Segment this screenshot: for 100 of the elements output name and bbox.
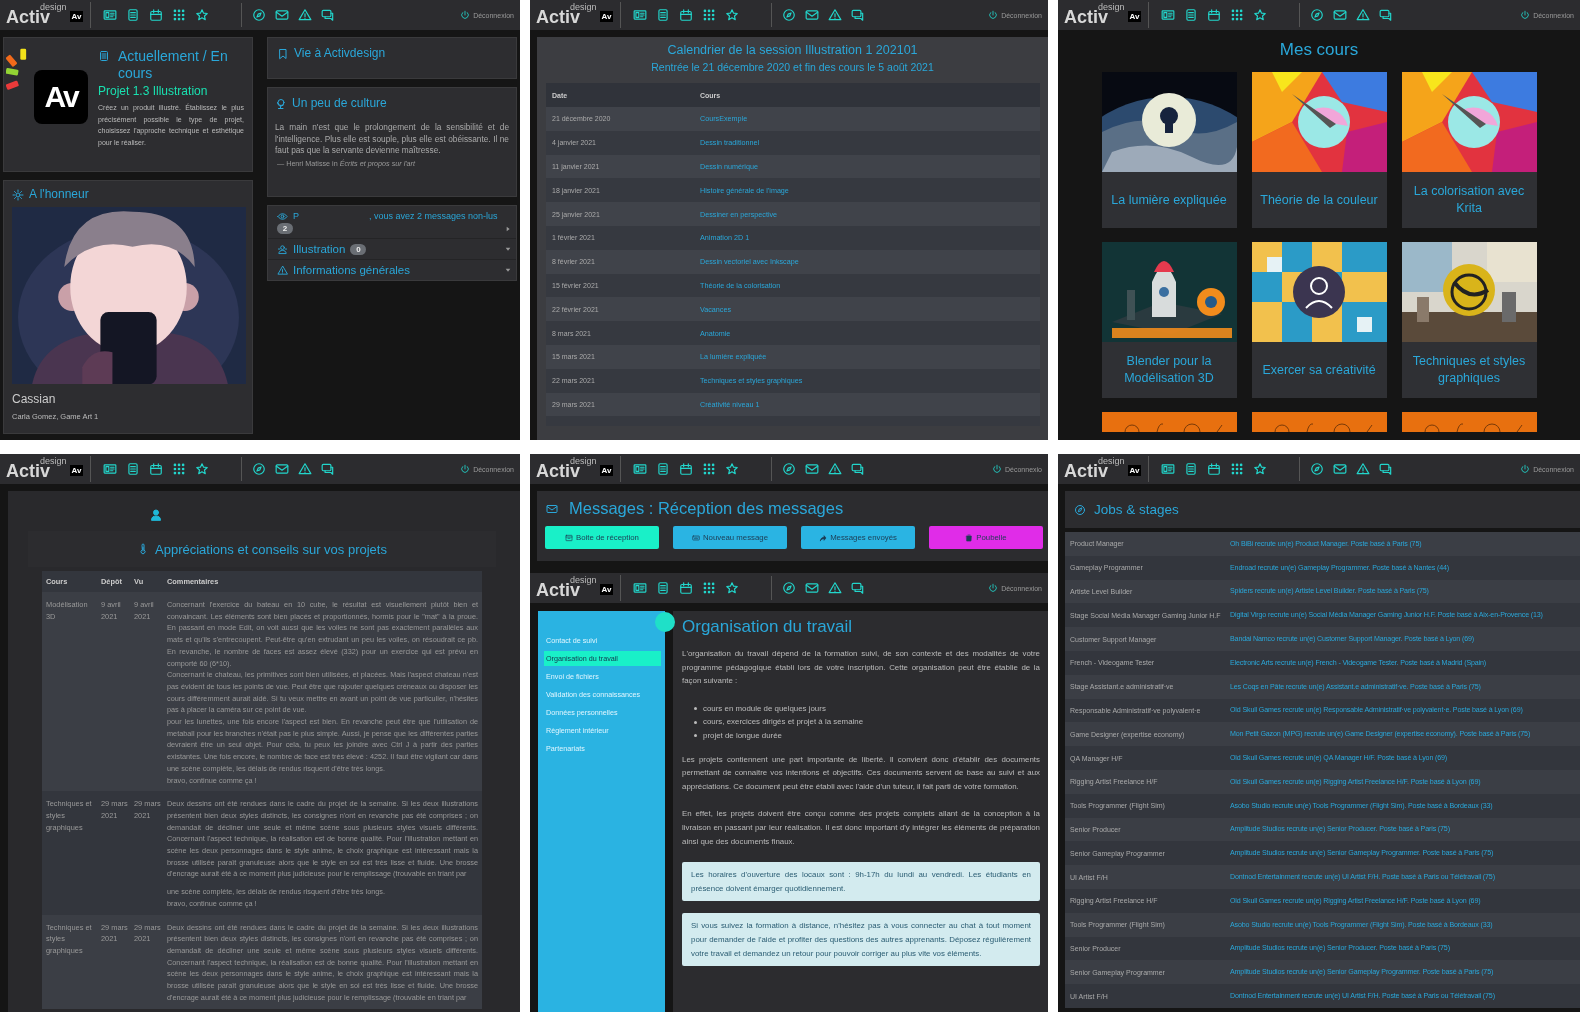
course-card[interactable]: La colorisation avec Krita [1401, 72, 1537, 228]
group-title[interactable]: Informations générales [293, 264, 410, 276]
compass-icon[interactable] [1310, 8, 1324, 22]
course-title[interactable]: Blender pour la Modélisation 3D [1101, 342, 1237, 398]
course-card[interactable]: Blender pour la Modélisation 3D [1101, 242, 1237, 398]
compass-icon[interactable] [252, 8, 266, 22]
calendar-icon[interactable] [1207, 462, 1221, 476]
power-icon [988, 10, 999, 20]
document-icon[interactable] [126, 8, 140, 22]
caret-down-icon[interactable] [504, 266, 512, 274]
mail-icon[interactable] [1333, 462, 1347, 476]
compass-icon[interactable] [252, 462, 266, 476]
course-title[interactable]: Techniques et styles graphiques [1401, 342, 1537, 398]
dashboard-icon[interactable] [1161, 8, 1175, 22]
star-icon[interactable] [195, 462, 209, 476]
unread-messages-text[interactable]: , vous avez 2 messages non-lus [369, 211, 498, 221]
course-title[interactable]: Théorie de la couleur [1251, 172, 1387, 228]
share-icon [819, 533, 828, 542]
compass-icon[interactable] [1310, 462, 1324, 476]
document-icon[interactable] [126, 462, 140, 476]
warning-icon[interactable] [298, 8, 312, 22]
chat-icon[interactable] [851, 462, 865, 476]
dashboard-icon[interactable] [103, 8, 117, 22]
brand-tagline: design [40, 2, 67, 12]
chat-icon[interactable] [1379, 8, 1393, 22]
calendar-icon[interactable] [679, 8, 693, 22]
star-icon[interactable] [195, 8, 209, 22]
grid-icon[interactable] [1230, 8, 1244, 22]
course-title[interactable]: La lumière expliquée [1101, 172, 1237, 228]
course-title[interactable]: Exercer sa créativité [1251, 342, 1387, 398]
power-icon [992, 464, 1003, 474]
caret-down-icon[interactable] [504, 245, 512, 253]
mail-icon[interactable] [1333, 8, 1347, 22]
document-icon[interactable] [656, 8, 670, 22]
chat-icon[interactable] [851, 8, 865, 22]
dashboard-icon[interactable] [633, 581, 647, 595]
warning-icon[interactable] [828, 581, 842, 595]
grid-icon[interactable] [172, 462, 186, 476]
section-title: A l'honneur [29, 187, 89, 201]
calendar-icon[interactable] [149, 8, 163, 22]
caret-right-icon[interactable] [504, 224, 512, 233]
page-title: Jobs & stages [1094, 502, 1179, 517]
compass-icon[interactable] [782, 8, 796, 22]
star-icon[interactable] [725, 581, 739, 595]
chat-icon[interactable] [1379, 462, 1393, 476]
grid-icon[interactable] [172, 8, 186, 22]
warning-icon[interactable] [1356, 462, 1370, 476]
chat-icon[interactable] [851, 581, 865, 595]
dashboard-icon[interactable] [633, 8, 647, 22]
grid-icon[interactable] [1230, 462, 1244, 476]
star-icon[interactable] [1253, 8, 1267, 22]
document-icon[interactable] [656, 581, 670, 595]
dashboard-icon[interactable] [633, 462, 647, 476]
group-title[interactable]: Illustration [293, 243, 346, 255]
app-badge: Av [599, 11, 614, 22]
chat-icon[interactable] [321, 462, 335, 476]
sun-icon [12, 189, 24, 201]
course-card[interactable]: Techniques et styles graphiques [1401, 242, 1537, 398]
calendar-icon[interactable] [679, 462, 693, 476]
section-title[interactable]: Vie à Activdesign [294, 46, 386, 60]
dashboard-icon[interactable] [1161, 462, 1175, 476]
grid-icon[interactable] [702, 462, 716, 476]
count-badge: 0 [350, 243, 367, 255]
compass-icon[interactable] [782, 462, 796, 476]
bullet-icon [694, 720, 697, 724]
mail-icon[interactable] [805, 462, 819, 476]
course-title[interactable]: La colorisation avec Krita [1401, 172, 1537, 228]
course-card[interactable]: Exercer sa créativité [1251, 242, 1387, 398]
course-card[interactable]: La lumière expliquée [1101, 72, 1237, 228]
mail-icon[interactable] [805, 581, 819, 595]
compass-icon [1074, 503, 1086, 516]
star-icon[interactable] [1253, 462, 1267, 476]
project-title[interactable]: Projet 1.3 Illustration [98, 84, 244, 98]
document-icon[interactable] [656, 462, 670, 476]
star-icon[interactable] [725, 8, 739, 22]
grid-icon[interactable] [702, 581, 716, 595]
brand-tagline: design [570, 456, 597, 466]
document-icon[interactable] [1184, 8, 1198, 22]
calendar-icon[interactable] [679, 581, 693, 595]
mail-icon[interactable] [275, 8, 289, 22]
app-badge: Av [69, 465, 84, 476]
warning-icon[interactable] [1356, 8, 1370, 22]
calendar-icon[interactable] [1207, 8, 1221, 22]
star-icon[interactable] [725, 462, 739, 476]
warning-icon[interactable] [298, 462, 312, 476]
dashboard-icon[interactable] [103, 462, 117, 476]
chat-icon[interactable] [321, 8, 335, 22]
course-card[interactable]: Théorie de la couleur [1251, 72, 1387, 228]
mail-icon[interactable] [275, 462, 289, 476]
app-badge: Av [599, 584, 614, 595]
compass-icon[interactable] [782, 581, 796, 595]
mail-icon[interactable] [805, 8, 819, 22]
warning-icon[interactable] [828, 8, 842, 22]
sidebar-toggle[interactable] [655, 612, 675, 632]
brand-tagline: design [570, 575, 597, 585]
calendar-icon[interactable] [149, 462, 163, 476]
grid-icon[interactable] [702, 8, 716, 22]
warning-icon[interactable] [828, 462, 842, 476]
brand-tagline: design [40, 456, 67, 466]
document-icon[interactable] [1184, 462, 1198, 476]
